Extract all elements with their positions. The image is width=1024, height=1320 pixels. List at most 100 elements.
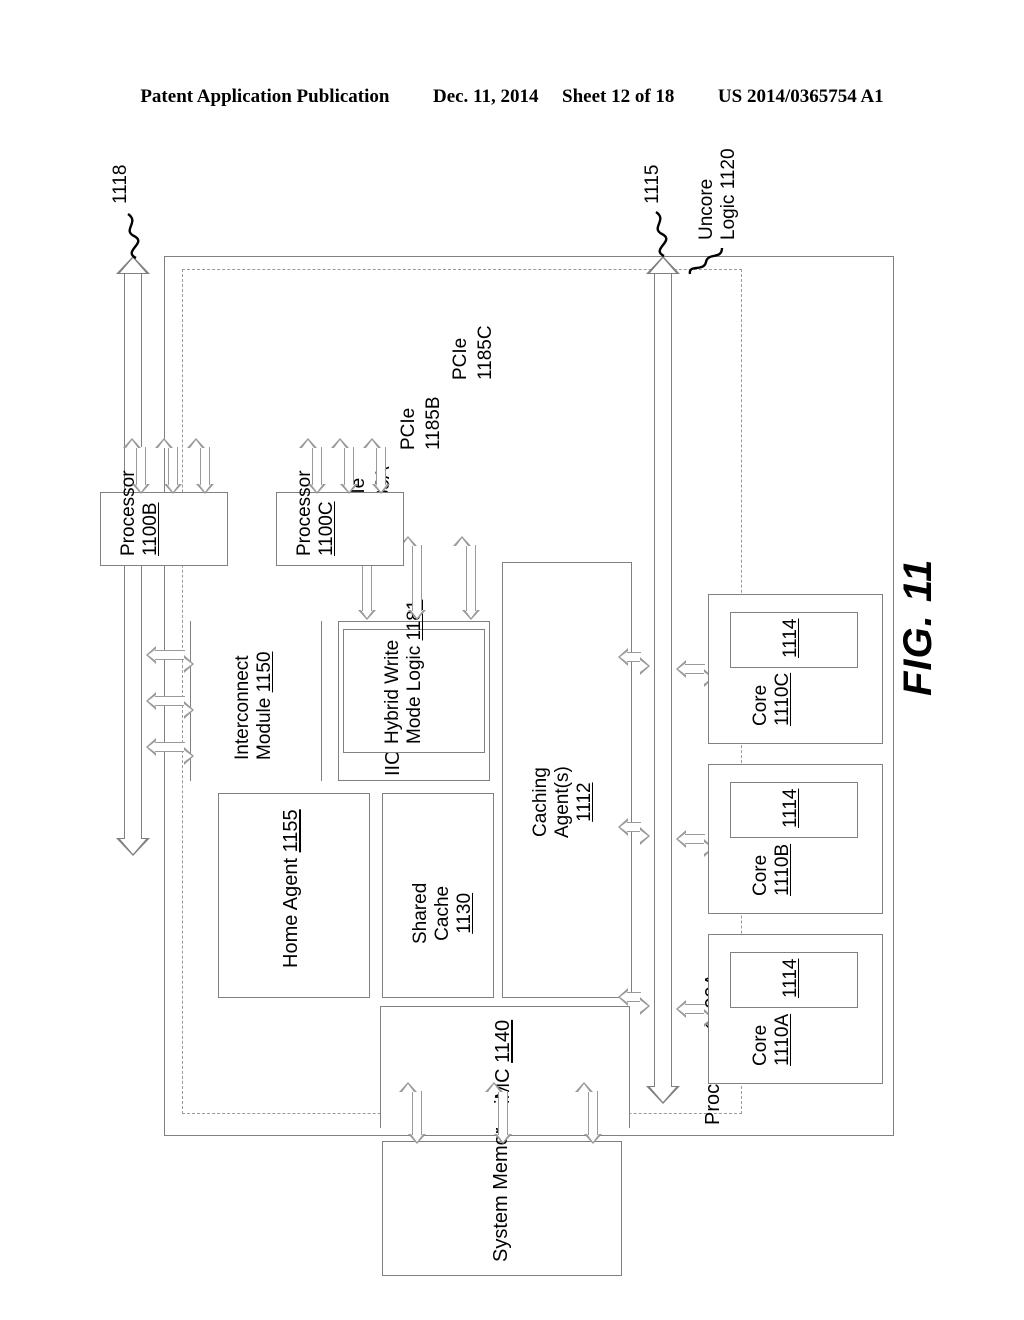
hwml-line-1: Hybrid Write	[382, 639, 403, 744]
arrow-shaft	[498, 1091, 508, 1135]
arrow-head-left	[408, 1134, 426, 1144]
arrow-shaft	[627, 652, 641, 662]
arrow-shaft	[466, 545, 476, 611]
core-c-name: Core	[750, 684, 771, 726]
arrow-shaft	[685, 664, 705, 674]
processor-b-bus-arrow-1	[132, 438, 150, 494]
arrow-head-left	[308, 484, 326, 494]
pcie-label-c: PCIe	[450, 338, 472, 380]
pcie-c-name: PCIe	[450, 337, 471, 380]
arrow-head-right	[340, 438, 358, 448]
uncore-bus-arrow-1	[618, 988, 650, 1006]
iio-name: IIO	[382, 749, 404, 776]
pcie-ref-c: 1185C	[475, 325, 497, 380]
arrow-head-right	[196, 438, 214, 448]
lead-line-1118	[127, 213, 140, 260]
arrow-head-right	[494, 1082, 512, 1092]
reference-1118-text: 1118	[110, 164, 131, 204]
arrow-head-left	[408, 610, 426, 620]
core-b-ref: 1110B	[771, 843, 793, 896]
core-1110c-inner-ref: 1114	[780, 618, 801, 658]
core-1110c-label: Core 1110C	[750, 673, 794, 726]
arrow-shaft	[344, 447, 354, 485]
home-agent-label: Home Agent 1155	[280, 809, 302, 968]
core-b-name: Core	[750, 854, 771, 896]
arrow-shaft	[685, 834, 705, 844]
caching-agents-ref: 1112	[573, 782, 595, 822]
caching-agents-line-1: Caching	[530, 767, 551, 837]
caching-agents-label: Caching Agent(s) 1112	[530, 766, 596, 838]
pcie-arrow-b	[408, 536, 426, 620]
arrow-shaft	[200, 447, 210, 485]
shared-cache-ref: 1130	[453, 892, 475, 934]
hybrid-write-mode-logic-label: Hybrid Write Mode Logic 1181	[382, 600, 426, 744]
interconnect-line-2: Module 1150	[254, 652, 276, 760]
pcie-b-name: PCIe	[398, 407, 419, 450]
arrow-shaft	[155, 696, 185, 706]
arrow-head-right	[372, 438, 390, 448]
bus-head-right	[646, 256, 680, 274]
core-1110a-inner-ref: 1114	[780, 958, 801, 998]
core-1110b-inner-ref: 1114	[780, 788, 801, 828]
arrow-shaft	[627, 822, 641, 832]
arrow-shaft	[588, 1091, 598, 1135]
processor-c-bus-arrow-1	[308, 438, 326, 494]
arrow-shaft	[376, 447, 386, 485]
arrow-head-left	[132, 484, 150, 494]
memory-imc-arrow-1	[408, 1082, 426, 1144]
arrow-shaft	[412, 545, 422, 611]
arrow-shaft	[136, 447, 146, 485]
arrow-head-bottom	[184, 646, 194, 664]
bus-interconnect-arrow-2	[146, 692, 194, 710]
home-agent-name: Home Agent	[280, 857, 302, 968]
memory-imc-arrow-3	[584, 1082, 602, 1144]
arrow-shaft	[155, 742, 185, 752]
processor-c-bus-arrow-2	[340, 438, 358, 494]
processor-b-bus-arrow-3	[196, 438, 214, 494]
uncore-bus-arrow-2	[618, 818, 650, 836]
reference-1115-text: 1115	[642, 164, 663, 204]
shared-cache-line-1: Shared	[410, 882, 431, 944]
uncore-bus-arrow-3	[618, 648, 650, 666]
pcie-b-number: 1185B	[423, 396, 444, 450]
arrow-head-right	[408, 1082, 426, 1092]
interconnect-module-word: Module	[253, 697, 275, 760]
arrow-head-left	[358, 610, 376, 620]
uncore-logic-label: Uncore Logic 1120	[696, 148, 740, 240]
bus-head-left	[646, 1086, 680, 1104]
arrow-head-left	[164, 484, 182, 494]
reference-1115: 1115	[642, 165, 664, 204]
caching-agents-line-2: Agent(s)	[551, 766, 573, 838]
arrow-head-bottom	[184, 692, 194, 710]
bus-connector-line	[164, 432, 165, 436]
reference-1118: 1118	[110, 165, 132, 204]
internal-interconnect-1115	[646, 256, 680, 1104]
hwml-line-2: Mode Logic 1181	[404, 600, 426, 744]
core-1110b-label: Core 1110B	[750, 844, 794, 896]
arrow-shaft	[685, 1004, 705, 1014]
bus-bar	[654, 273, 672, 1087]
core-c-ref: 1110C	[771, 672, 793, 726]
arrow-head-right	[132, 438, 150, 448]
figure-caption: FIG. 11	[896, 558, 940, 696]
arrow-head-bottom	[640, 648, 650, 666]
pcie-c-number: 1185C	[475, 325, 496, 380]
uncore-line-2: Logic 1120	[717, 148, 739, 240]
processor-b-bus-arrow-2	[164, 438, 182, 494]
imc-ref: 1140	[492, 1019, 514, 1063]
core-a-name: Core	[750, 1024, 771, 1066]
memory-imc-arrow-2	[494, 1082, 512, 1144]
arrow-shaft	[168, 447, 178, 485]
arrow-head-left	[462, 610, 480, 620]
arrow-head-bottom	[184, 738, 194, 756]
arrow-head-left	[196, 484, 214, 494]
arrow-shaft	[312, 447, 322, 485]
shared-cache-label: Shared Cache 1130	[410, 883, 476, 944]
arrow-head-left	[494, 1134, 512, 1144]
shared-cache-line-2: Cache	[431, 885, 453, 941]
home-agent-ref: 1155	[280, 809, 302, 853]
lead-line-1115	[655, 211, 668, 258]
interconnect-line-1: Interconnect	[232, 655, 253, 760]
arrow-head-right	[584, 1082, 602, 1092]
processor-c-bus-arrow-3	[372, 438, 390, 494]
